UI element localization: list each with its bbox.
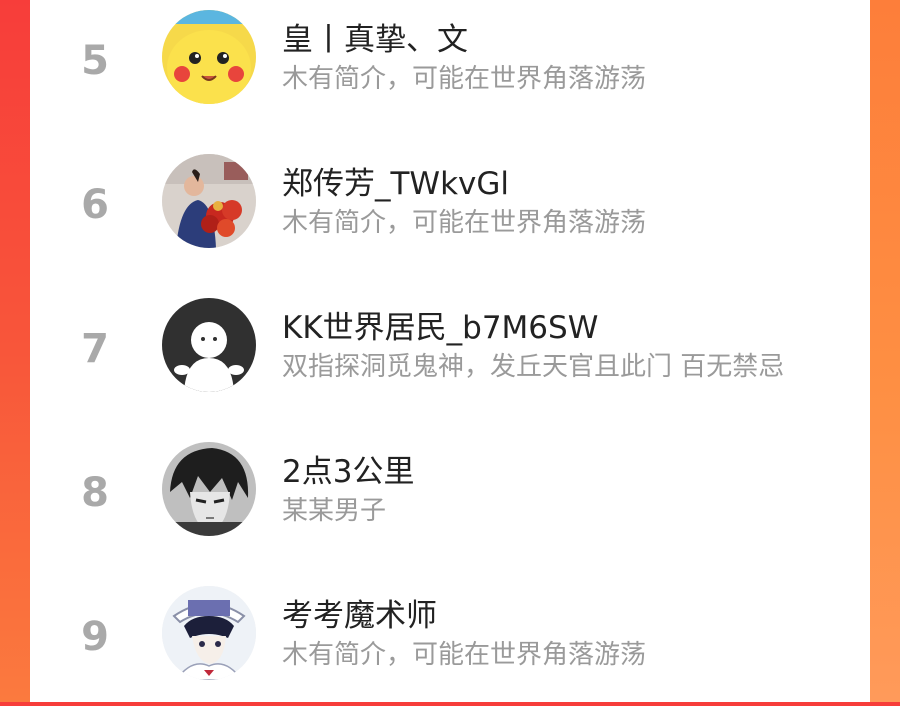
user-bio: 某某男子	[282, 496, 387, 526]
rank-number: 7	[81, 326, 109, 372]
photo-avatar[interactable]	[162, 154, 256, 248]
rank-number: 5	[81, 38, 109, 84]
user-name[interactable]: 皇丨真挚、文	[282, 14, 468, 59]
right-background-edge	[870, 0, 900, 702]
default-avatar[interactable]	[162, 298, 256, 392]
user-name[interactable]: 2点3公里	[282, 446, 414, 491]
user-name[interactable]: 郑传芳_TWkvGl	[282, 158, 509, 203]
rank-number: 6	[81, 182, 109, 228]
user-name[interactable]: 考考魔术师	[282, 590, 437, 635]
user-bio: 木有简介，可能在世界角落游荡	[282, 640, 647, 670]
pikachu-avatar[interactable]	[162, 10, 256, 104]
list-item[interactable]: 8 2点3公里 某某男子	[30, 432, 870, 562]
rank-number: 8	[81, 470, 109, 516]
user-bio: 双指探洞觅鬼神，发丘天官且此门 百无禁忌	[282, 352, 785, 382]
list-item[interactable]: 5 皇丨真挚、文 木有简介，可能在世界角落游荡	[30, 0, 870, 130]
list-item[interactable]: 6 郑传芳_TWkvGl 木有简介，可能在世界角落游荡	[30, 144, 870, 274]
user-name[interactable]: KK世界居民_b7M6SW	[282, 302, 598, 347]
rank-number: 9	[81, 614, 109, 660]
magician-avatar[interactable]	[162, 586, 256, 680]
anime-boy-avatar[interactable]	[162, 442, 256, 536]
list-item[interactable]: 7 KK世界居民_b7M6SW 双指探洞觅鬼神，发丘天官且此门 百无禁忌	[30, 288, 870, 418]
list-item[interactable]: 9 考考魔术师 木有简介，可能在世界角落游荡	[30, 576, 870, 706]
user-bio: 木有简介，可能在世界角落游荡	[282, 64, 647, 94]
ranking-list-panel: 5 皇丨真挚、文 木有简介，可能在世界角落游荡 6 郑传芳_TWkvGl 木有简…	[30, 0, 870, 702]
user-bio: 木有简介，可能在世界角落游荡	[282, 208, 647, 238]
